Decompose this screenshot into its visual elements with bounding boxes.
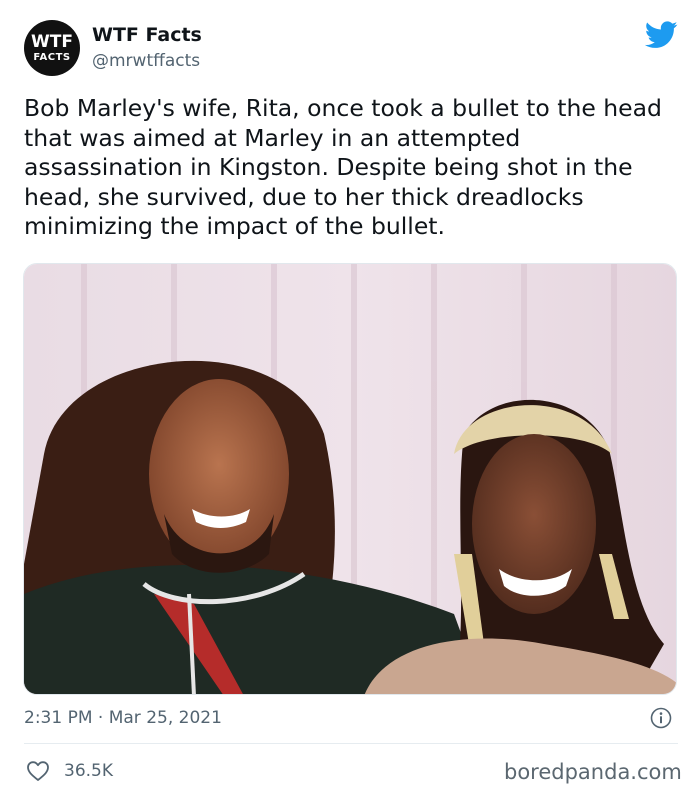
avatar-text-line1: WTF <box>31 31 73 52</box>
divider <box>24 743 678 744</box>
tweet-card: WTF FACTS WTF Facts @mrwtffacts Bob Marl… <box>0 0 700 797</box>
watermark: boredpanda.com <box>504 760 682 784</box>
tweet-photo[interactable] <box>23 263 677 695</box>
avatar-text-line2: FACTS <box>33 51 71 63</box>
tweet-text: Bob Marley's wife, Rita, once took a bul… <box>24 94 662 240</box>
avatar[interactable]: WTF FACTS <box>24 20 80 76</box>
like-count: 36.5K <box>64 761 113 781</box>
info-icon[interactable] <box>650 707 672 729</box>
heart-icon[interactable] <box>26 760 50 782</box>
author-handle[interactable]: @mrwtffacts <box>92 51 200 71</box>
author-display-name[interactable]: WTF Facts <box>92 24 202 46</box>
photo-illustration <box>24 264 676 694</box>
twitter-bird-icon[interactable] <box>645 21 678 49</box>
tweet-timestamp[interactable]: 2:31 PM · Mar 25, 2021 <box>24 708 222 728</box>
